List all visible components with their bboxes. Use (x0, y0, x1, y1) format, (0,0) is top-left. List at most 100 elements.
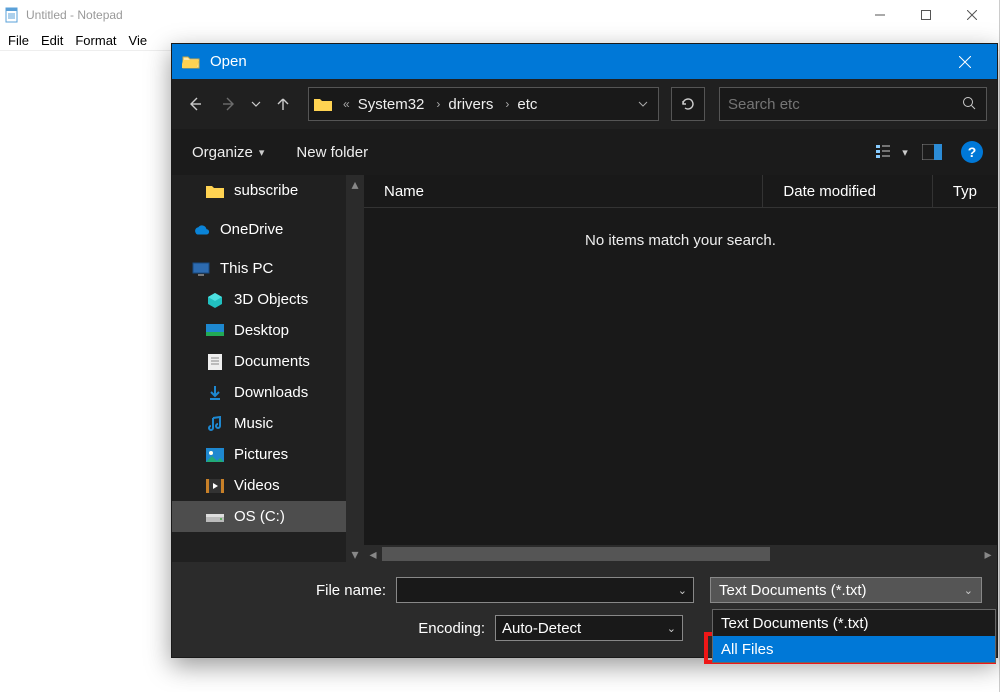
nav-item-label: OS (C:) (234, 508, 285, 525)
navigation-pane[interactable]: subscribe OneDrive This PC 3D Objects Deskto… (172, 175, 364, 563)
new-folder-button[interactable]: New folder (290, 140, 374, 165)
breadcrumb-segment[interactable]: drivers (446, 96, 499, 113)
breadcrumb-chevron-icon[interactable]: « (337, 97, 356, 111)
address-dropdown-button[interactable] (628, 99, 658, 109)
scroll-down-button[interactable]: ▾ (346, 545, 364, 563)
notepad-title: Untitled - Notepad (26, 8, 857, 22)
file-type-option-label: Text Documents (*.txt) (721, 615, 869, 632)
recent-locations-button[interactable] (248, 87, 264, 121)
minimize-button[interactable] (857, 0, 903, 30)
nav-item-label: subscribe (234, 182, 298, 199)
maximize-button[interactable] (903, 0, 949, 30)
nav-item-os-c-[interactable]: OS (C:) (172, 501, 364, 532)
nav-scrollbar[interactable]: ▴ ▾ (346, 175, 364, 563)
refresh-button[interactable] (671, 87, 705, 121)
scrollbar-thumb[interactable] (382, 547, 770, 561)
nav-item-videos[interactable]: Videos (172, 470, 364, 501)
organize-label: Organize (192, 144, 253, 161)
file-type-selected-label: Text Documents (*.txt) (719, 582, 867, 599)
notepad-titlebar[interactable]: Untitled - Notepad (0, 0, 999, 30)
nav-item-documents[interactable]: Documents (172, 346, 364, 377)
forward-button[interactable] (214, 87, 244, 121)
column-name[interactable]: ˄ Name (364, 175, 762, 207)
breadcrumb-chevron-icon[interactable]: › (499, 97, 515, 111)
search-input[interactable] (728, 96, 962, 113)
breadcrumb-segment[interactable]: etc (515, 96, 543, 113)
file-list-body: No items match your search. (364, 208, 997, 545)
nav-item-3d-objects[interactable]: 3D Objects (172, 284, 364, 315)
desktop-icon (206, 322, 224, 340)
nav-item-label: Downloads (234, 384, 308, 401)
column-type-label: Typ (953, 183, 977, 200)
back-button[interactable] (180, 87, 210, 121)
organize-button[interactable]: Organize▾ (186, 140, 270, 165)
nav-item-label: Music (234, 415, 273, 432)
chevron-down-icon: ⌄ (678, 584, 687, 597)
file-type-option-all[interactable]: All Files (713, 636, 995, 662)
music-icon (206, 415, 224, 433)
downloads-icon (206, 384, 224, 402)
file-type-select[interactable]: Text Documents (*.txt) ⌄ (710, 577, 982, 603)
command-toolbar: Organize▾ New folder ▾ ? (172, 129, 997, 175)
encoding-label: Encoding: (172, 620, 495, 637)
nav-item-label: 3D Objects (234, 291, 308, 308)
drive-icon (206, 508, 224, 526)
nav-item-label: Documents (234, 353, 310, 370)
nav-item-onedrive[interactable]: OneDrive (172, 214, 364, 245)
menu-view[interactable]: Vie (125, 31, 156, 50)
scroll-up-button[interactable]: ▴ (346, 175, 364, 193)
file-type-dropdown[interactable]: Text Documents (*.txt) All Files (712, 609, 996, 663)
3d-icon (206, 291, 224, 309)
dialog-titlebar[interactable]: Open (172, 44, 997, 79)
column-type[interactable]: Typ (932, 175, 997, 207)
content-area: subscribe OneDrive This PC 3D Objects Deskto… (172, 175, 997, 563)
nav-item-label: Desktop (234, 322, 289, 339)
help-button[interactable]: ? (961, 141, 983, 163)
search-box[interactable] (719, 87, 987, 121)
up-button[interactable] (268, 87, 298, 121)
nav-item-subscribe[interactable]: subscribe (172, 175, 364, 206)
horizontal-scrollbar[interactable]: ◂ ▸ (364, 545, 997, 563)
scroll-right-button[interactable]: ▸ (979, 545, 997, 563)
open-file-dialog: Open « System32 › drivers › etc (171, 43, 998, 658)
scroll-left-button[interactable]: ◂ (364, 545, 382, 563)
file-name-combobox[interactable]: ⌄ (396, 577, 694, 603)
dialog-close-button[interactable] (943, 44, 987, 79)
nav-item-downloads[interactable]: Downloads (172, 377, 364, 408)
address-bar[interactable]: « System32 › drivers › etc (308, 87, 659, 121)
empty-message: No items match your search. (585, 232, 776, 249)
sort-ascending-icon: ˄ (560, 175, 566, 178)
new-folder-label: New folder (296, 144, 368, 161)
folder-icon (309, 88, 337, 120)
column-name-label: Name (384, 183, 424, 200)
navigation-toolbar: « System32 › drivers › etc (172, 79, 997, 129)
breadcrumb-segment[interactable]: System32 (356, 96, 431, 113)
videos-icon (206, 477, 224, 495)
file-type-option-label: All Files (721, 641, 774, 658)
pictures-icon (206, 446, 224, 464)
menu-file[interactable]: File (4, 31, 37, 50)
nav-item-label: OneDrive (220, 221, 283, 238)
close-button[interactable] (949, 0, 995, 30)
file-type-option-txt[interactable]: Text Documents (*.txt) (713, 610, 995, 636)
nav-item-label: This PC (220, 260, 273, 277)
column-date-modified[interactable]: Date modified (762, 175, 931, 207)
menu-edit[interactable]: Edit (37, 31, 71, 50)
nav-item-music[interactable]: Music (172, 408, 364, 439)
menu-format[interactable]: Format (71, 31, 124, 50)
nav-item-desktop[interactable]: Desktop (172, 315, 364, 346)
preview-pane-button[interactable] (915, 137, 949, 167)
onedrive-icon (192, 221, 210, 239)
encoding-value: Auto-Detect (502, 620, 581, 637)
breadcrumb-chevron-icon[interactable]: › (430, 97, 446, 111)
column-date-label: Date modified (783, 183, 876, 200)
encoding-combobox[interactable]: Auto-Detect ⌄ (495, 615, 683, 641)
file-name-label: File name: (172, 582, 396, 599)
nav-item-pictures[interactable]: Pictures (172, 439, 364, 470)
file-list-pane[interactable]: ˄ Name Date modified Typ No items match … (364, 175, 997, 563)
search-icon (962, 96, 978, 112)
folder-icon (206, 182, 224, 200)
nav-item-this-pc[interactable]: This PC (172, 253, 364, 284)
nav-item-label: Pictures (234, 446, 288, 463)
view-mode-button[interactable]: ▾ (875, 137, 909, 167)
